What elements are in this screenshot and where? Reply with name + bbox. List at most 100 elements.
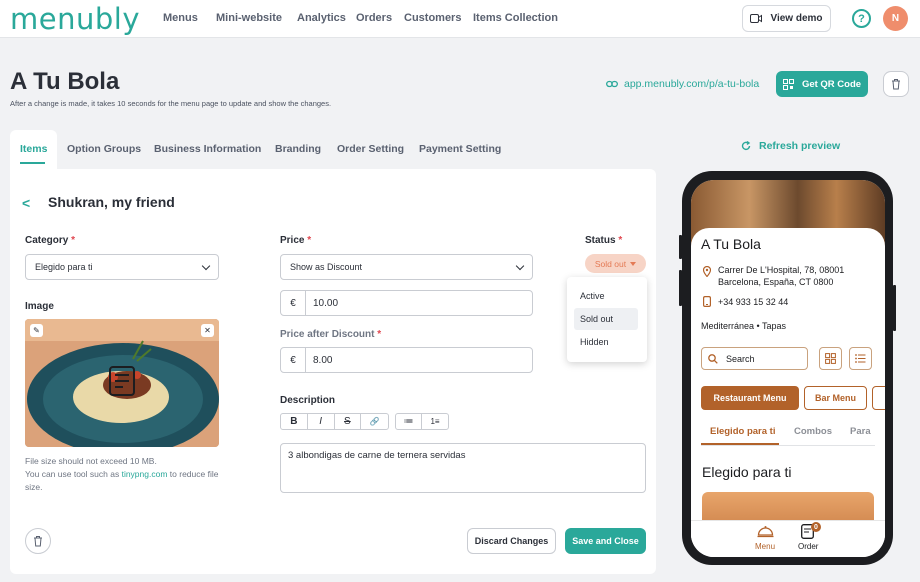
chevron-down-icon bbox=[201, 261, 211, 270]
nav-analytics[interactable]: Analytics bbox=[297, 12, 346, 24]
preview-menu-tab-bar[interactable]: Bar Menu bbox=[804, 386, 867, 410]
description-label: Description bbox=[280, 395, 336, 406]
brand-logo[interactable]: menubly bbox=[10, 2, 140, 36]
cloche-icon[interactable] bbox=[757, 524, 774, 538]
edit-image-icon[interactable]: ✎ bbox=[30, 324, 43, 337]
status-select[interactable]: Sold out bbox=[585, 254, 646, 273]
update-note: After a change is made, it takes 10 seco… bbox=[10, 99, 332, 108]
description-editor[interactable]: 3 albondigas de carne de ternera servida… bbox=[280, 443, 646, 493]
status-option-active[interactable]: Active bbox=[574, 285, 638, 307]
category-value: Elegido para ti bbox=[35, 262, 93, 272]
caret-down-icon bbox=[630, 261, 637, 266]
back-chevron-icon[interactable]: < bbox=[22, 195, 30, 211]
chevron-down-icon bbox=[515, 261, 525, 270]
page-title: A Tu Bola bbox=[10, 68, 120, 95]
discount-price-input[interactable]: € 8.00 bbox=[280, 347, 533, 373]
search-icon bbox=[708, 353, 718, 364]
trash-icon bbox=[34, 536, 42, 547]
tab-payment-setting[interactable]: Payment Setting bbox=[419, 143, 501, 155]
view-demo-button[interactable]: View demo bbox=[742, 5, 831, 32]
text-format-toolbar: B I S 🔗 bbox=[280, 413, 389, 430]
status-dropdown-menu: Active Sold out Hidden bbox=[567, 277, 647, 362]
preview-search-placeholder: Search bbox=[726, 353, 755, 364]
preview-nav-menu[interactable]: Menu bbox=[755, 542, 775, 551]
preview-category-tab[interactable]: Combos bbox=[794, 426, 832, 437]
refresh-icon bbox=[741, 141, 751, 150]
strikethrough-button[interactable]: S bbox=[335, 414, 362, 429]
save-and-close-button[interactable]: Save and Close bbox=[565, 528, 646, 554]
category-tabs-border bbox=[701, 445, 875, 446]
italic-button[interactable]: I bbox=[308, 414, 335, 429]
menu-link[interactable]: app.menubly.com/p/a-tu-bola bbox=[606, 78, 759, 90]
remove-image-icon[interactable]: ✕ bbox=[201, 324, 214, 337]
phone-side-button bbox=[893, 285, 896, 331]
qr-code-icon bbox=[782, 78, 794, 90]
nav-orders[interactable]: Orders bbox=[356, 12, 392, 24]
nav-items-collection[interactable]: Items Collection bbox=[473, 12, 558, 24]
nav-customers[interactable]: Customers bbox=[404, 12, 461, 24]
category-select[interactable]: Elegido para ti bbox=[25, 254, 219, 280]
item-image[interactable]: ✎ ✕ bbox=[25, 319, 219, 447]
preview-bottom-nav: Menu 0 Order bbox=[691, 520, 885, 557]
nav-menus[interactable]: Menus bbox=[163, 12, 198, 24]
nav-mini-website[interactable]: Mini-website bbox=[216, 12, 282, 24]
list-view-button[interactable] bbox=[849, 347, 872, 370]
order-count-badge: 0 bbox=[811, 522, 821, 532]
delete-item-button[interactable] bbox=[25, 528, 51, 554]
top-navbar: menubly Menus Mini-website Analytics Ord… bbox=[0, 0, 920, 38]
tab-option-groups[interactable]: Option Groups bbox=[67, 143, 141, 155]
menu-link-text: app.menubly.com/p/a-tu-bola bbox=[624, 78, 760, 90]
link-button[interactable]: 🔗 bbox=[361, 414, 388, 429]
bullet-list-button[interactable]: ≔ bbox=[396, 414, 423, 429]
preview-category-tab[interactable]: Para bbox=[850, 426, 871, 437]
trash-icon bbox=[892, 79, 900, 90]
phone-preview-screen: A Tu Bola Carrer De L'Hospital, 78, 0800… bbox=[691, 180, 885, 557]
category-label: Category * bbox=[25, 235, 76, 246]
price-mode-select[interactable]: Show as Discount bbox=[280, 254, 533, 280]
price-mode-value: Show as Discount bbox=[290, 262, 363, 272]
price-label: Price * bbox=[280, 235, 312, 246]
refresh-preview-button[interactable]: Refresh preview bbox=[741, 140, 840, 152]
preview-item-image[interactable] bbox=[702, 492, 874, 522]
preview-restaurant-name: A Tu Bola bbox=[701, 236, 761, 252]
preview-search-input[interactable]: Search bbox=[701, 347, 808, 370]
tinypng-link[interactable]: tinypng.com bbox=[122, 469, 168, 479]
discount-price-value: 8.00 bbox=[313, 354, 333, 366]
currency-symbol: € bbox=[281, 291, 306, 315]
status-option-hidden[interactable]: Hidden bbox=[574, 331, 638, 353]
preview-section-title: Elegido para ti bbox=[702, 464, 792, 480]
grid-view-button[interactable] bbox=[819, 347, 842, 370]
preview-nav-order[interactable]: Order bbox=[798, 542, 818, 551]
bold-button[interactable]: B bbox=[281, 414, 308, 429]
tab-business-information[interactable]: Business Information bbox=[154, 143, 261, 155]
grid-icon bbox=[825, 353, 836, 364]
delete-menu-button[interactable] bbox=[883, 71, 909, 97]
discard-changes-button[interactable]: Discard Changes bbox=[467, 528, 556, 554]
tab-order-setting[interactable]: Order Setting bbox=[337, 143, 404, 155]
tab-branding[interactable]: Branding bbox=[275, 143, 321, 155]
tab-items[interactable]: Items bbox=[20, 143, 47, 155]
price-input[interactable]: € 10.00 bbox=[280, 290, 533, 316]
video-icon bbox=[750, 14, 763, 23]
preview-menu-tab-restaurant[interactable]: Restaurant Menu bbox=[701, 386, 799, 410]
refresh-preview-label: Refresh preview bbox=[759, 140, 841, 152]
category-active-underline bbox=[701, 443, 779, 445]
image-size-hint: File size should not exceed 10 MB. You c… bbox=[25, 456, 219, 492]
location-pin-icon bbox=[703, 266, 711, 277]
currency-symbol: € bbox=[281, 348, 306, 372]
preview-category-tab[interactable]: Elegido para ti bbox=[710, 426, 775, 437]
status-value: Sold out bbox=[594, 258, 627, 269]
image-label: Image bbox=[25, 301, 54, 312]
numbered-list-button[interactable]: 1≡ bbox=[422, 414, 448, 429]
preview-address: Carrer De L'Hospital, 78, 08001 Barcelon… bbox=[718, 265, 845, 287]
help-icon[interactable]: ? bbox=[852, 9, 871, 28]
preview-menu-tab-more[interactable] bbox=[872, 386, 885, 410]
status-option-sold-out[interactable]: Sold out bbox=[574, 308, 638, 330]
preview-phone-number[interactable]: +34 933 15 32 44 bbox=[718, 296, 788, 308]
item-title: Shukran, my friend bbox=[48, 194, 175, 210]
link-icon bbox=[606, 80, 618, 88]
price-value: 10.00 bbox=[313, 297, 339, 309]
get-qr-code-label: Get QR Code bbox=[801, 78, 862, 90]
get-qr-code-button[interactable]: Get QR Code bbox=[776, 71, 868, 97]
user-avatar[interactable]: N bbox=[883, 6, 908, 31]
